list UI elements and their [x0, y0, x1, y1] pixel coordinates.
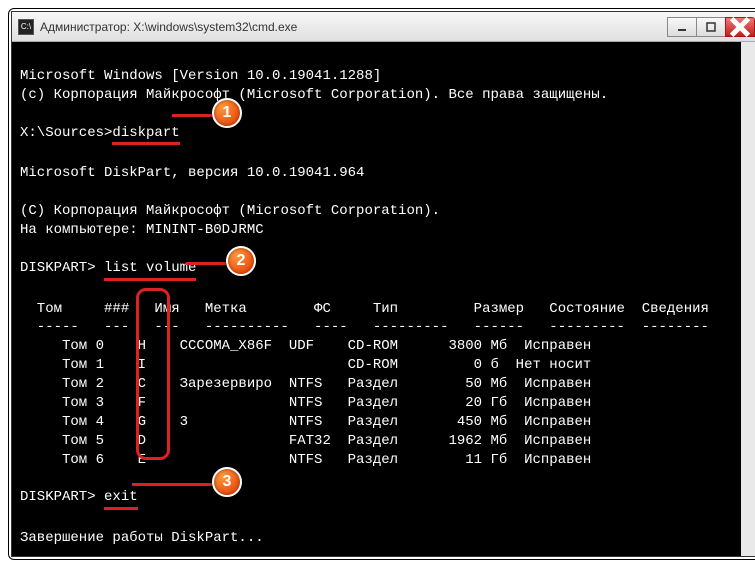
arrow-3	[132, 483, 212, 486]
prompt-3: DISKPART>	[20, 489, 96, 505]
window-title: Администратор: X:\windows\system32\cmd.e…	[40, 20, 668, 34]
table-row: Том 1 I CD-ROM 0 б Нет носит	[20, 357, 591, 373]
version-line: Microsoft Windows [Version 10.0.19041.12…	[20, 68, 381, 84]
maximize-icon	[706, 22, 716, 32]
annotation-badge-1: 1	[212, 98, 242, 128]
prompt-2: DISKPART>	[20, 260, 96, 276]
cmd-list-volume: list volume	[104, 259, 196, 281]
table-row: Том 6 E NTFS Раздел 11 Гб Исправен	[20, 452, 591, 468]
table-header: Том ### Имя Метка ФС Тип Размер Состояни…	[20, 301, 709, 317]
maximize-button[interactable]	[696, 17, 726, 37]
table-row: Том 2 C Зарезервиро NTFS Раздел 50 Мб Ис…	[20, 376, 591, 392]
annotation-badge-3: 3	[212, 467, 242, 497]
table-row: Том 0 H CCCOMA_X86F UDF CD-ROM 3800 Мб И…	[20, 338, 591, 354]
minimize-icon	[677, 22, 687, 32]
terminal-output[interactable]: Microsoft Windows [Version 10.0.19041.12…	[12, 42, 755, 556]
arrow-1	[172, 114, 212, 117]
table-row: Том 5 D FAT32 Раздел 1962 Мб Исправен	[20, 433, 591, 449]
window-controls	[668, 17, 755, 37]
cmd-icon: C:\	[18, 19, 34, 35]
titlebar[interactable]: C:\ Администратор: X:\windows\system32\c…	[12, 12, 755, 42]
diskpart-version: Microsoft DiskPart, версия 10.0.19041.96…	[20, 165, 364, 181]
close-icon	[726, 13, 754, 41]
annotation-badge-2: 2	[226, 246, 256, 276]
cmd-exit: exit	[104, 488, 138, 510]
minimize-button[interactable]	[667, 17, 697, 37]
arrow-2	[186, 262, 226, 265]
close-button[interactable]	[725, 17, 755, 37]
exit-message: Завершение работы DiskPart...	[20, 530, 264, 546]
table-row: Том 4 G 3 NTFS Раздел 450 Мб Исправен	[20, 414, 591, 430]
table-divider: ----- --- --- ---------- ---- --------- …	[20, 319, 709, 335]
diskpart-host: На компьютере: MININT-B0DJRMC	[20, 222, 264, 238]
prompt-1: X:\Sources>	[20, 125, 112, 141]
copyright-line: (c) Корпорация Майкрософт (Microsoft Cor…	[20, 87, 608, 103]
cmd-diskpart: diskpart	[112, 124, 179, 146]
diskpart-copyright: (C) Корпорация Майкрософт (Microsoft Cor…	[20, 203, 440, 219]
screenshot-frame: C:\ Администратор: X:\windows\system32\c…	[8, 8, 755, 560]
cmd-window: C:\ Администратор: X:\windows\system32\c…	[11, 11, 755, 557]
table-row: Том 3 F NTFS Раздел 20 Гб Исправен	[20, 395, 591, 411]
